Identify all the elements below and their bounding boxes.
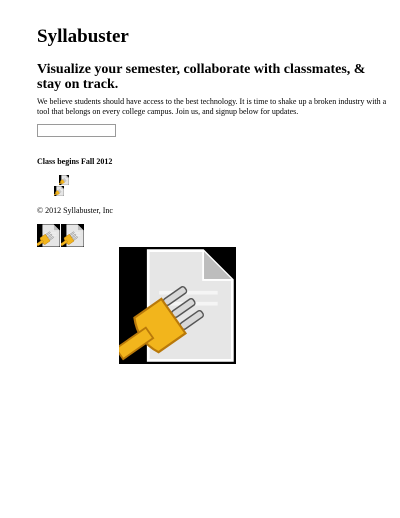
class-begins-text: Class begins Fall 2012 bbox=[37, 157, 113, 166]
signup-email-input[interactable] bbox=[37, 124, 116, 137]
site-title: Syllabuster bbox=[37, 26, 129, 47]
hero-headline: Visualize your semester, collaborate wit… bbox=[37, 62, 366, 92]
missing-plugin-icon[interactable] bbox=[37, 224, 60, 247]
missing-plugin-icon[interactable] bbox=[119, 247, 236, 364]
missing-plugin-icon[interactable] bbox=[59, 175, 69, 185]
copyright-text: © 2012 Syllabuster, Inc bbox=[37, 206, 113, 215]
missing-plugin-icon[interactable] bbox=[61, 224, 84, 247]
missing-plugin-icon[interactable] bbox=[54, 186, 64, 196]
hero-intro: We believe students should have access t… bbox=[37, 97, 387, 116]
